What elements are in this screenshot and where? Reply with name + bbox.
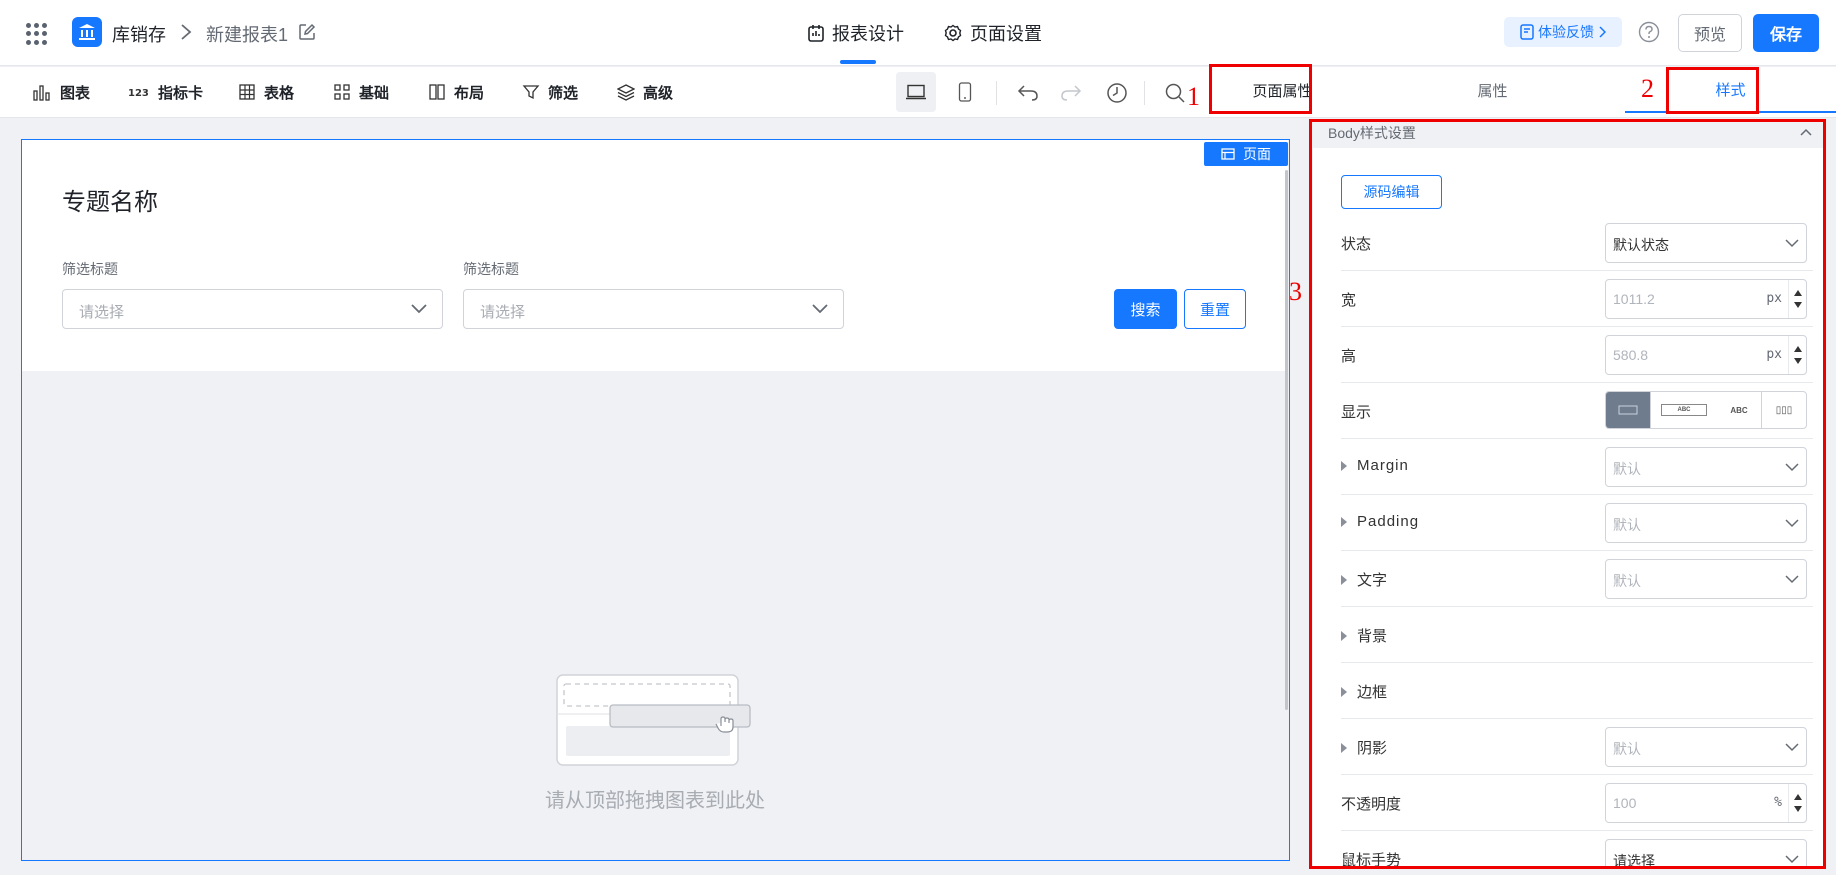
page-tag[interactable]: 页面: [1204, 142, 1288, 166]
tab-page-settings[interactable]: 页面设置: [944, 0, 1042, 66]
history-clock-icon[interactable]: [1104, 80, 1130, 106]
breadcrumb-report: 新建报表1: [206, 25, 289, 45]
table-icon: [239, 84, 255, 100]
chevron-right-icon: [1599, 26, 1606, 38]
annotation-box-1: [1209, 64, 1312, 114]
search-button[interactable]: 搜索: [1114, 289, 1177, 329]
apps-grid-icon[interactable]: [26, 23, 48, 45]
page-icon: [1221, 148, 1235, 160]
layers-icon: [617, 84, 635, 101]
toolbar-divider: [996, 81, 997, 105]
tab-label: 报表设计: [832, 24, 904, 44]
toolbar-advanced[interactable]: 高级: [617, 67, 673, 117]
toolbar-filter[interactable]: 筛选: [522, 67, 578, 117]
topic-title[interactable]: 专题名称: [62, 182, 158, 217]
canvas-scrollbar[interactable]: [1285, 170, 1288, 710]
bar-chart-icon: [33, 85, 50, 101]
gear-icon: [944, 24, 962, 42]
annotation-number-3: 3: [1289, 277, 1302, 306]
toolbar-table[interactable]: 表格: [238, 67, 294, 117]
breadcrumb-app[interactable]: 库销存: [112, 21, 166, 47]
help-icon[interactable]: [1638, 21, 1660, 43]
toolbar-layout[interactable]: 布局: [428, 67, 484, 117]
annotation-box-3: [1309, 119, 1826, 869]
calendar-icon: [808, 25, 824, 42]
tab-properties[interactable]: 属性: [1360, 67, 1625, 113]
top-tabs: 报表设计 页面设置: [808, 0, 1082, 66]
toolbar-label: 高级: [643, 84, 674, 102]
drag-here-illustration: [556, 674, 751, 766]
phone-icon: [958, 82, 972, 102]
filter-select[interactable]: 请选择: [62, 289, 443, 329]
reset-button[interactable]: 重置: [1184, 289, 1246, 329]
toolbar-divider: [1144, 81, 1145, 105]
toolbar-label: 基础: [359, 84, 390, 102]
filter-label: 筛选标题: [463, 261, 519, 277]
feedback-button[interactable]: 体验反馈: [1504, 17, 1622, 47]
tab-report-design[interactable]: 报表设计: [808, 0, 904, 66]
undo-icon[interactable]: [1015, 80, 1041, 106]
chevron-down-icon: [812, 304, 828, 314]
toolbar-label: 筛选: [548, 84, 579, 102]
filter-icon: [522, 85, 540, 100]
page-tag-label: 页面: [1243, 146, 1271, 162]
design-canvas[interactable]: 页面 专题名称 筛选标题 请选择 筛选标题 请选择 搜索 重置 请从顶部拖拽图表…: [21, 139, 1290, 861]
chevron-down-icon: [411, 304, 427, 314]
toolbar-basic[interactable]: 基础: [333, 67, 389, 117]
search-icon[interactable]: [1162, 80, 1188, 106]
toolbar-label: 指标卡: [158, 84, 204, 102]
save-button[interactable]: 保存: [1753, 14, 1819, 52]
svg-text:123: 123: [128, 88, 149, 99]
annotation-number-2: 2: [1641, 74, 1654, 103]
filter-select[interactable]: 请选择: [463, 289, 844, 329]
toolbar-chart[interactable]: 图表: [32, 67, 90, 117]
annotation-box-2: [1666, 67, 1759, 114]
filter-area[interactable]: 页面 专题名称 筛选标题 请选择 筛选标题 请选择 搜索 重置: [22, 140, 1288, 371]
mobile-view-button[interactable]: [945, 72, 985, 112]
toolbar-label: 图表: [60, 84, 91, 102]
toolbar-kpi-card[interactable]: 123 指标卡: [128, 67, 203, 117]
toolbar-label: 布局: [454, 84, 485, 102]
desktop-view-button[interactable]: [896, 72, 936, 112]
app-header: 库销存 新建报表1 报表设计 页面设置 体验反馈 预览 保存: [0, 0, 1836, 66]
laptop-icon: [906, 84, 926, 100]
toolbar-label: 表格: [264, 84, 295, 102]
chevron-right-icon: [181, 24, 192, 40]
filter-placeholder: 请选择: [79, 304, 125, 321]
filter-placeholder: 请选择: [480, 304, 526, 321]
redo-icon[interactable]: [1058, 80, 1084, 106]
bank-icon: [72, 17, 102, 47]
annotation-number-1: 1: [1187, 82, 1200, 111]
kpi-card-icon: 123: [128, 88, 149, 99]
grid-icon: [334, 84, 350, 100]
filter-label: 筛选标题: [62, 261, 118, 277]
preview-button[interactable]: 预览: [1678, 14, 1742, 52]
edit-icon[interactable]: [298, 23, 316, 41]
tab-label: 页面设置: [970, 24, 1042, 44]
empty-hint: 请从顶部拖拽图表到此处: [545, 790, 765, 812]
feedback-label: 体验反馈: [1538, 24, 1594, 40]
layout-icon: [429, 84, 445, 100]
feedback-icon: [1520, 24, 1534, 40]
